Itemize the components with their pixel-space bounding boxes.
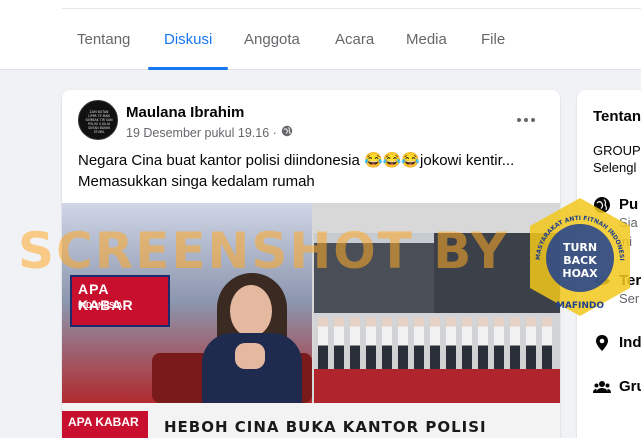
person (510, 317, 520, 369)
person (526, 317, 536, 369)
person (382, 317, 392, 369)
person (318, 317, 328, 369)
post-text: Negara Cina buat kantor polisi diindones… (78, 150, 548, 192)
post-meta: 19 Desember pukul 19.16 · (126, 125, 293, 140)
badge-line2: BACK (563, 254, 597, 267)
about-row-location: Ind (593, 334, 641, 357)
dot-icon (517, 118, 521, 122)
tab-tentang[interactable]: Tentang (77, 31, 130, 48)
ticker-headline: HEBOH CINA BUKA KANTOR POLISI (164, 418, 487, 436)
presenter-hands (235, 343, 265, 369)
person (398, 317, 408, 369)
ticker-logo-text: APA KABAR (68, 415, 139, 429)
news-scene (314, 233, 560, 403)
dot-icon (531, 118, 535, 122)
globe-icon (281, 125, 293, 140)
post-timestamp[interactable]: 19 Desember pukul 19.16 · (126, 126, 277, 140)
person (414, 317, 424, 369)
presenter (197, 273, 307, 405)
group-icon (593, 378, 611, 401)
studio-scene: APA KABAR INDONESIA (62, 203, 312, 405)
about-row-label[interactable]: Ind (619, 334, 641, 351)
post-video-image[interactable]: APA KABAR INDONESIA APA KABAR HEBOH CINA… (62, 203, 560, 438)
person (430, 317, 440, 369)
badge-line1: TURN (563, 241, 597, 254)
person (462, 317, 472, 369)
more-options-button[interactable] (514, 108, 538, 132)
person (446, 317, 456, 369)
person (542, 317, 552, 369)
tv-logo: APA KABAR INDONESIA (70, 275, 170, 327)
tab-anggota[interactable]: Anggota (244, 31, 300, 48)
tab-media[interactable]: Media (406, 31, 447, 48)
tab-file[interactable]: File (481, 31, 505, 48)
divider (62, 8, 641, 9)
about-row-label: Gru (619, 378, 641, 395)
tv-logo-subtitle: INDONESIA (78, 301, 123, 310)
avatar[interactable]: ZAM BUTAN LIPPA TE MAN SEMBAK TIR SAN PO… (78, 100, 118, 140)
post-card: ZAM BUTAN LIPPA TE MAN SEMBAK TIR SAN PO… (62, 90, 560, 438)
turnbackhoax-badge: MASYARAKAT ANTI FITNAH INDONESIA TURN BA… (526, 196, 630, 316)
avatar-text: ZAM BUTAN LIPPA TE MAN SEMBAK TIR SAN PO… (85, 110, 113, 134)
person (350, 317, 360, 369)
post-text-line: Memasukkan singa kedalam rumah (78, 173, 315, 190)
person (478, 317, 488, 369)
news-ticker: APA KABAR HEBOH CINA BUKA KANTOR POLISI (62, 403, 560, 438)
ticker-logo: APA KABAR (62, 411, 148, 438)
group-tab-bar: Tentang Diskusi Anggota Acara Media File (0, 0, 641, 70)
person (334, 317, 344, 369)
about-row-group: Gru (593, 378, 641, 401)
dot-icon (524, 118, 528, 122)
tab-acara[interactable]: Acara (335, 31, 374, 48)
post-author[interactable]: Maulana Ibrahim (126, 104, 244, 121)
post-text-line: Negara Cina buat kantor polisi diindones… (78, 152, 515, 169)
about-see-more[interactable]: Selengl (593, 160, 636, 175)
tab-diskusi[interactable]: Diskusi (164, 31, 212, 48)
active-tab-indicator (148, 67, 228, 70)
location-pin-icon (593, 334, 611, 357)
presenter-face (230, 285, 272, 337)
about-group-label: GROUP (593, 143, 641, 158)
person (494, 317, 504, 369)
badge-line3: HOAX (562, 267, 598, 280)
about-title: Tentan (593, 108, 641, 125)
red-carpet (314, 369, 560, 403)
person (366, 317, 376, 369)
people-row (314, 309, 560, 369)
badge-org: MAFINDO (556, 301, 604, 311)
